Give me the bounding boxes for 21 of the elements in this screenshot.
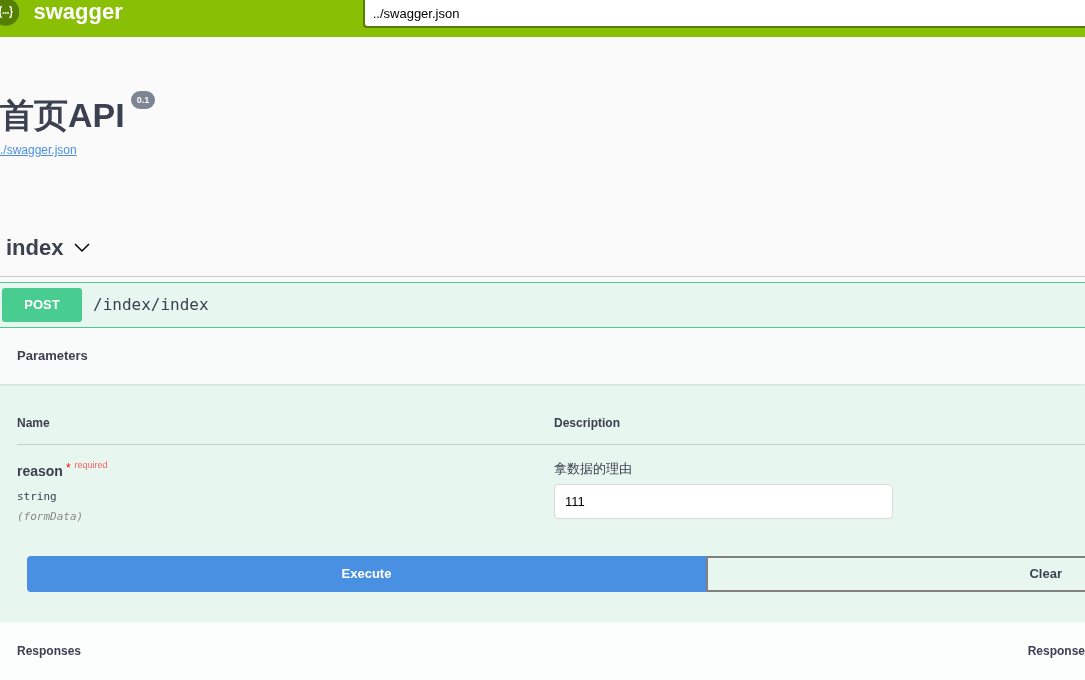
required-mark: * [65, 460, 71, 475]
tag-title[interactable]: index [6, 231, 64, 264]
required-label: required [74, 459, 108, 470]
parameter-location: (formData) [17, 509, 85, 525]
parameter-type: string [17, 488, 58, 505]
input-field[interactable]: 111 [554, 484, 893, 519]
section-title: Parameters [0, 328, 1085, 384]
url-field[interactable]: ../swagger.json [362, 0, 1085, 28]
clear-button[interactable]: Clear [706, 555, 1085, 592]
column-header: Description [554, 414, 620, 432]
section-title: Responses [17, 642, 82, 660]
endpoint-path: /index/index [93, 294, 209, 316]
column-header: Response [1027, 642, 1085, 660]
parameter-name: reason [17, 462, 63, 479]
chevron-icon[interactable] [73, 241, 92, 254]
column-header: Name [17, 414, 51, 432]
logo-text: swagger [33, 0, 123, 26]
method-badge: POST [2, 288, 82, 322]
parameter-description: 拿数据的理由 [554, 459, 633, 478]
api-title: 首页API [0, 95, 125, 136]
version-badge: 0.1 [130, 91, 156, 109]
